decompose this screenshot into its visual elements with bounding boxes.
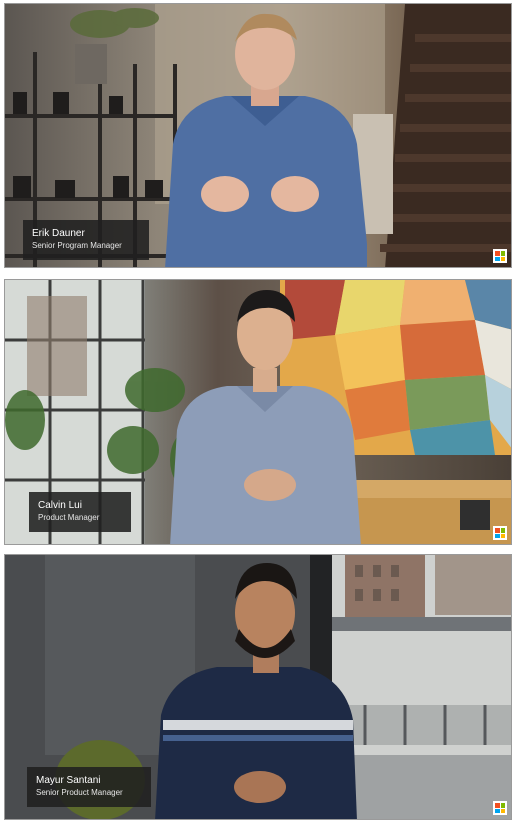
- speaker-title: Senior Program Manager: [32, 241, 122, 250]
- logo-square: [500, 528, 505, 533]
- speaker-title: Product Manager: [38, 513, 100, 522]
- microsoft-logo-icon: [493, 801, 507, 815]
- logo-square: [500, 803, 505, 808]
- speaker-name: Erik Dauner: [32, 228, 85, 239]
- speaker-title: Senior Product Manager: [36, 788, 123, 797]
- video-frame-3: Mayur Santani Senior Product Manager: [4, 554, 512, 820]
- microsoft-logo-icon: [493, 526, 507, 540]
- logo-square: [495, 533, 500, 538]
- speaker-name: Mayur Santani: [36, 775, 101, 786]
- video-frame-2: Calvin Lui Product Manager: [4, 279, 512, 545]
- lower-third-caption: Erik Dauner Senior Program Manager: [23, 220, 149, 260]
- logo-square: [500, 808, 505, 813]
- logo-square: [500, 256, 505, 261]
- logo-square: [495, 808, 500, 813]
- logo-square: [495, 256, 500, 261]
- logo-square: [500, 251, 505, 256]
- speaker-name: Calvin Lui: [38, 500, 82, 511]
- logo-square: [495, 803, 500, 808]
- logo-square: [500, 533, 505, 538]
- logo-square: [495, 528, 500, 533]
- lower-third-caption: Mayur Santani Senior Product Manager: [27, 767, 151, 807]
- microsoft-logo-icon: [493, 249, 507, 263]
- video-frame-1: Erik Dauner Senior Program Manager: [4, 3, 512, 268]
- lower-third-caption: Calvin Lui Product Manager: [29, 492, 131, 532]
- logo-square: [495, 251, 500, 256]
